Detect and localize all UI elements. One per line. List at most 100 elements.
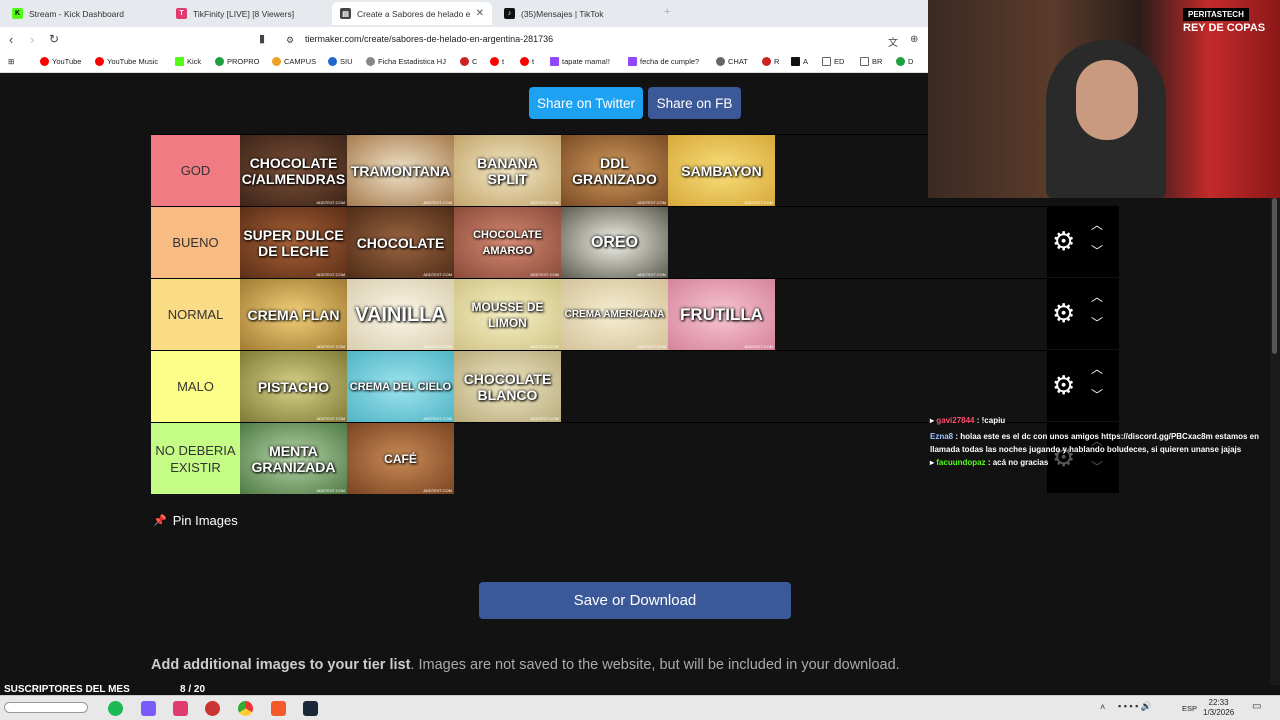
gear-icon[interactable]: ⚙: [1052, 372, 1075, 398]
tier-item[interactable]: FRUTILLA ADDTEXT.COM: [668, 279, 775, 350]
tier-item[interactable]: PISTACHO ADDTEXT.COM: [240, 351, 347, 422]
system-tray-icons[interactable]: ▪ ▪ ▪ ▪ 🔊: [1118, 701, 1152, 712]
bookmark-campus[interactable]: CAMPUS: [272, 57, 316, 66]
bookmark-youtube[interactable]: YouTube: [40, 57, 81, 66]
new-tab-icon[interactable]: +: [664, 6, 670, 18]
youtube-icon: [520, 57, 529, 66]
bookmark-a[interactable]: A: [791, 57, 808, 66]
scrollbar[interactable]: [1270, 198, 1280, 685]
translate-icon[interactable]: 文: [888, 34, 898, 49]
share-fb-button[interactable]: Share on FB: [648, 87, 741, 119]
forward-icon[interactable]: ›: [30, 32, 34, 47]
pin-icon: 📌: [153, 515, 167, 527]
tier-label[interactable]: MALO: [151, 351, 240, 422]
tier-item[interactable]: CREMA DEL CIELO ADDTEXT.COM: [347, 351, 454, 422]
bookmark-chat[interactable]: CHAT: [716, 57, 748, 66]
tier-item[interactable]: VAINILLA ADDTEXT.COM: [347, 279, 454, 350]
tier-item[interactable]: BANANA SPLIT ADDTEXT.COM: [454, 135, 561, 206]
brave-icon[interactable]: [271, 701, 286, 716]
tier-label[interactable]: NORMAL: [151, 279, 240, 350]
folder-icon: [860, 57, 869, 66]
bookmark-ed[interactable]: ED: [822, 57, 844, 66]
tab-title: Stream - Kick Dashboard: [29, 8, 124, 19]
bookmark-propro[interactable]: PROPRO: [215, 57, 260, 66]
tier-item[interactable]: CHOCOLATE ADDTEXT.COM: [347, 207, 454, 278]
tab-tiktok[interactable]: ♪ (35)Mensajes | TikTok: [496, 2, 658, 25]
tier-item[interactable]: CHOCOLATE BLANCO ADDTEXT.COM: [454, 351, 561, 422]
bookmark-siu[interactable]: SIU: [328, 57, 353, 66]
obs-icon[interactable]: [205, 701, 220, 716]
bookmark-kick[interactable]: Kick: [175, 57, 201, 66]
tier-items: MENTA GRANIZADA ADDTEXT.COM CAFÉ ADDTEXT.C…: [240, 423, 454, 494]
d-icon: [896, 57, 905, 66]
reload-icon[interactable]: ↻: [49, 32, 59, 46]
chevron-down-icon[interactable]: ﹀: [1091, 314, 1103, 331]
tab-kick-dashboard[interactable]: K Stream - Kick Dashboard: [4, 2, 166, 25]
chevron-up-icon[interactable]: ︿: [1091, 288, 1103, 305]
bookmark-fecha[interactable]: fecha de cumple?: [628, 57, 699, 66]
tier-row-god: GOD CHOCOLATE C/ALMENDRAS ADDTEXT.COM TRA…: [151, 134, 1047, 206]
chat-message: Ezna8 : holaa este es el dc con unos ami…: [930, 432, 1259, 454]
chat-message: ▸ gavi27844 : !capiu: [930, 416, 1006, 425]
tier-item[interactable]: MENTA GRANIZADA ADDTEXT.COM: [240, 423, 347, 494]
site-info-icon[interactable]: ⚙: [286, 35, 294, 46]
tier-label[interactable]: BUENO: [151, 207, 240, 278]
save-download-button[interactable]: Save or Download: [479, 582, 791, 619]
tier-row-malo: MALO PISTACHO ADDTEXT.COM CREMA DEL CIELO…: [151, 350, 1047, 422]
tier-item[interactable]: SUPER DULCE DE LECHE ADDTEXT.COM: [240, 207, 347, 278]
tier-label[interactable]: GOD: [151, 135, 240, 206]
row-controls-bueno: ⚙ ︿ ﹀: [1047, 206, 1119, 277]
bookmark-tapate[interactable]: tapate mama!!: [550, 57, 610, 66]
chevron-up-icon[interactable]: ︿: [1091, 360, 1103, 377]
chevron-down-icon[interactable]: ﹀: [1091, 242, 1103, 259]
scrollbar-thumb[interactable]: [1272, 198, 1277, 354]
tab-tiermaker[interactable]: ▤ Create a Sabores de helado en A ✕: [332, 2, 492, 25]
tier-item[interactable]: TRAMONTANA ADDTEXT.COM: [347, 135, 454, 206]
pin-images-toggle[interactable]: 📌 Pin Images: [153, 513, 238, 528]
gear-icon[interactable]: ⚙: [1052, 300, 1075, 326]
tier-item[interactable]: SAMBAYON ADDTEXT.COM: [668, 135, 775, 206]
bookmark-youtube-music[interactable]: YouTube Music: [95, 57, 158, 66]
tier-item[interactable]: CREMA AMERICANA ADDTEXT.COM: [561, 279, 668, 350]
zoom-icon[interactable]: ⊕: [910, 34, 918, 45]
app-icon[interactable]: [141, 701, 156, 716]
steam-icon[interactable]: [303, 701, 318, 716]
share-twitter-button[interactable]: Share on Twitter: [529, 87, 643, 119]
tiktok-icon[interactable]: [173, 701, 188, 716]
spotify-icon[interactable]: [108, 701, 123, 716]
bookmark-r[interactable]: R: [762, 57, 779, 66]
address-bar: ‹ › ↻ ▮ ⚙ tiermaker.com/create/sabores-d…: [0, 27, 928, 53]
chevron-down-icon[interactable]: ﹀: [1091, 386, 1103, 403]
tier-item[interactable]: MOUSSE DE LIMON ADDTEXT.COM: [454, 279, 561, 350]
bookmark-t2[interactable]: t: [520, 57, 534, 66]
language-indicator[interactable]: ESP: [1182, 704, 1197, 713]
chrome-icon[interactable]: [238, 701, 253, 716]
gear-icon[interactable]: ⚙: [1052, 228, 1075, 254]
bookmark-c[interactable]: C: [460, 57, 477, 66]
bookmark-d[interactable]: D: [896, 57, 913, 66]
tier-label[interactable]: NO DEBERIA EXISTIR: [151, 423, 240, 494]
bookmark-icon[interactable]: ▮: [259, 32, 265, 45]
twitch-icon: [550, 57, 559, 66]
c-icon: [460, 57, 469, 66]
tier-item[interactable]: OREO ADDTEXT.COM: [561, 207, 668, 278]
apps-icon[interactable]: ⊞: [8, 57, 14, 66]
screen: K Stream - Kick Dashboard T TikFinity [L…: [0, 0, 1280, 720]
tier-item[interactable]: CAFÉ ADDTEXT.COM: [347, 423, 454, 494]
url-field[interactable]: tiermaker.com/create/sabores-de-helado-e…: [305, 34, 553, 44]
notification-icon[interactable]: ▭: [1252, 701, 1261, 712]
chevron-up-icon[interactable]: ˄: [1100, 702, 1105, 712]
bookmark-br[interactable]: BR: [860, 57, 882, 66]
clock[interactable]: 22:33 1/3/2026: [1203, 698, 1234, 718]
tier-item[interactable]: CHOCOLATE AMARGO ADDTEXT.COM: [454, 207, 561, 278]
back-icon[interactable]: ‹: [9, 32, 13, 47]
tier-item[interactable]: CREMA FLAN ADDTEXT.COM: [240, 279, 347, 350]
bookmark-ficha[interactable]: Ficha Estadistica HJ: [366, 57, 446, 66]
bookmark-t1[interactable]: t: [490, 57, 504, 66]
close-tab-icon[interactable]: ✕: [476, 8, 484, 19]
tab-tikfinity[interactable]: T TikFinity [LIVE] [8 Viewers]: [168, 2, 330, 25]
tier-item[interactable]: CHOCOLATE C/ALMENDRAS ADDTEXT.COM: [240, 135, 347, 206]
row-controls-normal: ⚙ ︿ ﹀: [1047, 278, 1119, 349]
tier-item[interactable]: DDL GRANIZADO ADDTEXT.COM: [561, 135, 668, 206]
chevron-up-icon[interactable]: ︿: [1091, 216, 1103, 233]
